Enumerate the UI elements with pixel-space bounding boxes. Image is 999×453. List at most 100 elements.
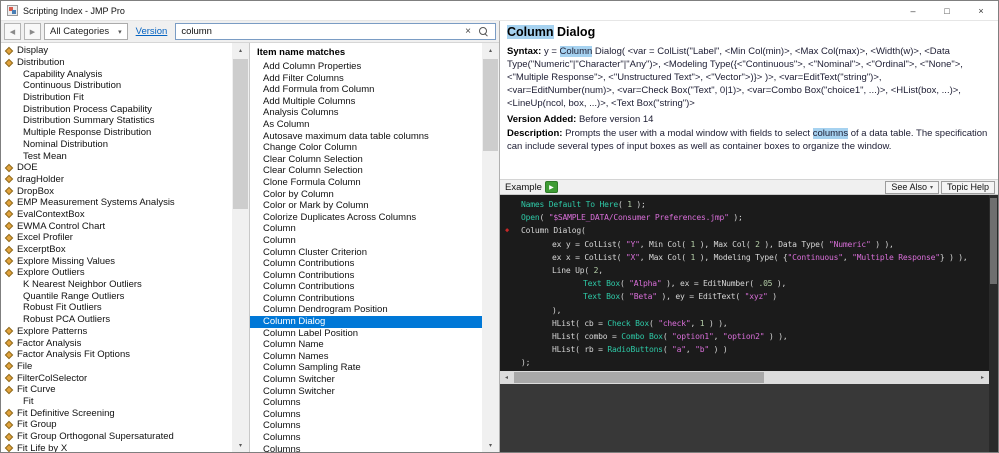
category-item[interactable]: K Nearest Neighbor Outliers bbox=[1, 279, 232, 291]
result-item[interactable]: Add Multiple Columns bbox=[250, 96, 482, 108]
category-item[interactable]: Explore Patterns bbox=[1, 326, 232, 338]
scrollbar-thumb[interactable] bbox=[990, 198, 997, 284]
category-item[interactable]: Quantile Range Outliers bbox=[1, 290, 232, 302]
result-item[interactable]: Add Formula from Column bbox=[250, 84, 482, 96]
scroll-up-icon[interactable]: ▴ bbox=[482, 43, 499, 57]
result-item[interactable]: Columns bbox=[250, 409, 482, 421]
category-item[interactable]: DOE bbox=[1, 162, 232, 174]
result-item[interactable]: Column Contributions bbox=[250, 281, 482, 293]
scroll-down-icon[interactable]: ▾ bbox=[482, 438, 499, 452]
result-item[interactable]: Column Sampling Rate bbox=[250, 362, 482, 374]
category-item[interactable]: Multiple Response Distribution bbox=[1, 127, 232, 139]
result-item[interactable]: Column bbox=[250, 235, 482, 247]
forward-icon: ▶ bbox=[29, 28, 36, 36]
code-editor[interactable]: Names Default To Here( 1 ); Open( "$SAMPL… bbox=[500, 195, 989, 371]
category-item[interactable]: EMP Measurement Systems Analysis bbox=[1, 197, 232, 209]
close-button[interactable]: × bbox=[964, 1, 998, 20]
category-item[interactable]: Factor Analysis Fit Options bbox=[1, 349, 232, 361]
code-vertical-scrollbar[interactable] bbox=[989, 195, 998, 452]
category-item[interactable]: File bbox=[1, 361, 232, 373]
category-item[interactable]: Fit bbox=[1, 396, 232, 408]
result-item[interactable]: As Column bbox=[250, 119, 482, 131]
result-item[interactable]: Clone Formula Column bbox=[250, 177, 482, 189]
category-item[interactable]: Distribution Process Capability bbox=[1, 103, 232, 115]
minimize-button[interactable]: – bbox=[896, 1, 930, 20]
category-item[interactable]: Explore Outliers bbox=[1, 267, 232, 279]
result-item[interactable]: Column Contributions bbox=[250, 270, 482, 282]
result-item[interactable]: Column Cluster Criterion bbox=[250, 247, 482, 259]
category-label: Explore Patterns bbox=[17, 325, 88, 337]
category-item[interactable]: ExcerptBox bbox=[1, 244, 232, 256]
category-item[interactable]: dragHolder bbox=[1, 174, 232, 186]
result-item[interactable]: Column Contributions bbox=[250, 293, 482, 305]
scroll-up-icon[interactable]: ▴ bbox=[232, 43, 249, 57]
result-item[interactable]: Column Names bbox=[250, 351, 482, 363]
categories-dropdown[interactable]: All Categories ▾ bbox=[44, 23, 128, 40]
result-item[interactable]: Column Dialog bbox=[250, 316, 482, 328]
category-item[interactable]: Explore Missing Values bbox=[1, 255, 232, 267]
category-item[interactable]: Continuous Distribution bbox=[1, 80, 232, 92]
result-item[interactable]: Column bbox=[250, 223, 482, 235]
code-horizontal-scrollbar[interactable]: ◂ ▸ bbox=[500, 371, 989, 384]
result-item[interactable]: Color or Mark by Column bbox=[250, 200, 482, 212]
result-item[interactable]: Columns bbox=[250, 444, 482, 452]
scroll-down-icon[interactable]: ▾ bbox=[232, 438, 249, 452]
result-item[interactable]: Columns bbox=[250, 420, 482, 432]
result-item[interactable]: Change Color Column bbox=[250, 142, 482, 154]
result-item[interactable]: Analysis Columns bbox=[250, 107, 482, 119]
topic-help-button[interactable]: Topic Help bbox=[940, 180, 995, 194]
back-button[interactable]: ◀ bbox=[4, 23, 21, 40]
result-item[interactable]: Column Name bbox=[250, 339, 482, 351]
category-item[interactable]: Factor Analysis bbox=[1, 337, 232, 349]
scroll-left-icon[interactable]: ◂ bbox=[500, 371, 513, 384]
scroll-right-icon[interactable]: ▸ bbox=[976, 371, 989, 384]
result-item[interactable]: Add Filter Columns bbox=[250, 73, 482, 85]
category-item[interactable]: Display bbox=[1, 45, 232, 57]
result-item[interactable]: Color by Column bbox=[250, 189, 482, 201]
category-item[interactable]: Nominal Distribution bbox=[1, 139, 232, 151]
category-item[interactable]: Distribution Summary Statistics bbox=[1, 115, 232, 127]
search-input[interactable]: column × bbox=[175, 23, 496, 40]
category-item[interactable]: Excel Profiler bbox=[1, 232, 232, 244]
category-item[interactable]: Distribution Fit bbox=[1, 92, 232, 104]
result-item[interactable]: Colorize Duplicates Across Columns bbox=[250, 212, 482, 224]
result-item[interactable]: Columns bbox=[250, 397, 482, 409]
doc-content: Column Dialog Syntax: y = Column Dialog(… bbox=[500, 21, 998, 179]
category-tree-scrollbar[interactable]: ▴ ▾ bbox=[232, 43, 249, 452]
category-item[interactable]: Capability Analysis bbox=[1, 68, 232, 80]
scrollbar-thumb[interactable] bbox=[514, 372, 764, 383]
forward-button[interactable]: ▶ bbox=[24, 23, 41, 40]
category-item[interactable]: Fit Life by X bbox=[1, 442, 232, 452]
category-item[interactable]: Distribution bbox=[1, 57, 232, 69]
result-item[interactable]: Column Label Position bbox=[250, 328, 482, 340]
category-item[interactable]: EWMA Control Chart bbox=[1, 220, 232, 232]
result-item[interactable]: Columns bbox=[250, 432, 482, 444]
scrollbar-thumb[interactable] bbox=[483, 59, 498, 151]
result-item[interactable]: Autosave maximum data table columns bbox=[250, 131, 482, 143]
category-icon bbox=[4, 408, 14, 418]
maximize-button[interactable]: □ bbox=[930, 1, 964, 20]
category-item[interactable]: Robust Fit Outliers bbox=[1, 302, 232, 314]
result-item[interactable]: Column Dendrogram Position bbox=[250, 304, 482, 316]
version-link[interactable]: Version bbox=[136, 26, 168, 37]
category-item[interactable]: FilterColSelector bbox=[1, 372, 232, 384]
result-item[interactable]: Column Switcher bbox=[250, 374, 482, 386]
category-item[interactable]: Fit Group bbox=[1, 419, 232, 431]
see-also-button[interactable]: See Also ▾ bbox=[885, 180, 939, 194]
category-item[interactable]: Fit Definitive Screening bbox=[1, 407, 232, 419]
category-item[interactable]: Fit Group Orthogonal Supersaturated bbox=[1, 431, 232, 443]
clear-search-button[interactable]: × bbox=[460, 26, 476, 37]
result-item[interactable]: Clear Column Selection bbox=[250, 154, 482, 166]
result-item[interactable]: Column Switcher bbox=[250, 386, 482, 398]
category-item[interactable]: Robust PCA Outliers bbox=[1, 314, 232, 326]
category-item[interactable]: EvalContextBox bbox=[1, 209, 232, 221]
category-item[interactable]: Fit Curve bbox=[1, 384, 232, 396]
result-item[interactable]: Add Column Properties bbox=[250, 61, 482, 73]
run-example-button[interactable]: ▶ bbox=[544, 181, 558, 193]
category-item[interactable]: Test Mean bbox=[1, 150, 232, 162]
scrollbar-thumb[interactable] bbox=[233, 59, 248, 209]
result-item[interactable]: Column Contributions bbox=[250, 258, 482, 270]
result-item[interactable]: Clear Column Selection bbox=[250, 165, 482, 177]
results-scrollbar[interactable]: ▴ ▾ bbox=[482, 43, 499, 452]
category-item[interactable]: DropBox bbox=[1, 185, 232, 197]
